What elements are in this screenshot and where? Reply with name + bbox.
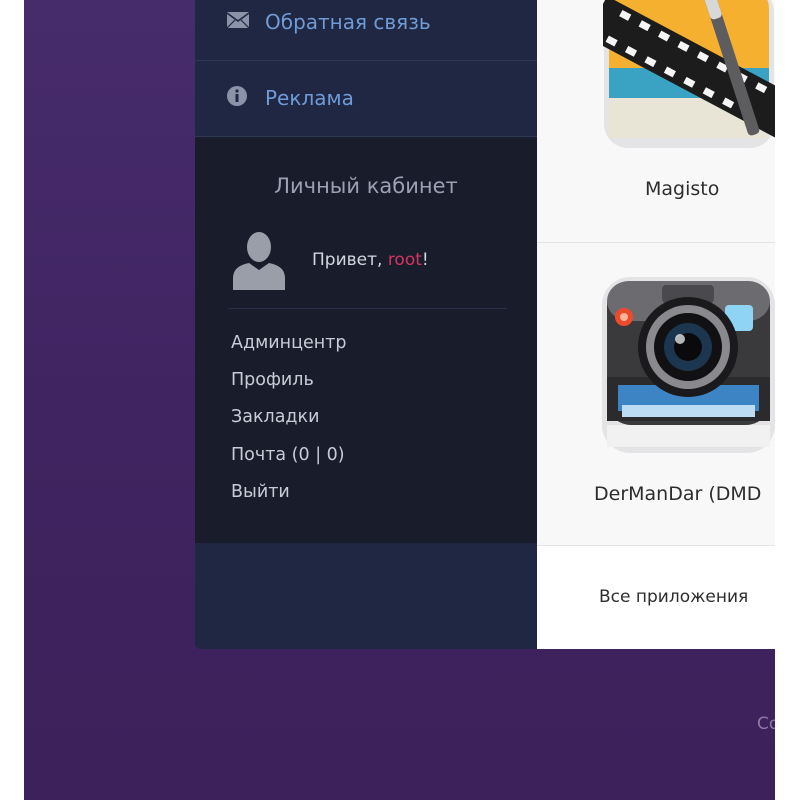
greeting-prefix: Привет, [312, 250, 388, 270]
nav-item-feedback[interactable]: Обратная связь [195, 0, 537, 61]
username[interactable]: root [388, 250, 422, 270]
greeting-suffix: ! [421, 250, 429, 270]
cabinet-title: Личный кабинет [274, 174, 458, 198]
greeting: Привет, root! [312, 250, 429, 270]
nav-item-label: Реклама [265, 86, 354, 110]
link-profile[interactable]: Профиль [231, 370, 314, 390]
main-panel: Обратная связь Реклама Личный кабинет Пр… [195, 0, 775, 649]
envelope-icon [226, 12, 250, 32]
user-silhouette-icon [233, 232, 285, 290]
nav-item-ads[interactable]: Реклама [195, 60, 537, 137]
camera-icon [602, 277, 775, 453]
all-apps-link[interactable]: Все приложения [537, 546, 775, 649]
link-mail[interactable]: Почта (0 | 0) [231, 445, 345, 465]
link-logout[interactable]: Выйти [231, 482, 290, 502]
avatar [231, 230, 287, 290]
app-card-dermandar[interactable]: DerManDar (DMD [537, 243, 775, 546]
nav-item-label: Обратная связь [265, 10, 431, 34]
link-admin-center[interactable]: Админцентр [231, 333, 347, 353]
personal-cabinet: Личный кабинет Привет, root! Админцентр … [195, 137, 537, 543]
info-icon [227, 86, 247, 110]
app-name: Magisto [645, 178, 720, 200]
sidebar: Обратная связь Реклама Личный кабинет Пр… [195, 0, 537, 649]
app-name: DerManDar (DMD [594, 483, 762, 505]
apps-panel: Magisto DerManDar (DMD Все приложения [537, 0, 775, 649]
divider [228, 308, 507, 309]
link-bookmarks[interactable]: Закладки [231, 407, 319, 427]
all-apps-label: Все приложения [599, 587, 749, 607]
app-card-magisto[interactable]: Magisto [537, 0, 775, 243]
film-wand-icon [603, 0, 775, 148]
footer-text: Co [757, 714, 775, 734]
